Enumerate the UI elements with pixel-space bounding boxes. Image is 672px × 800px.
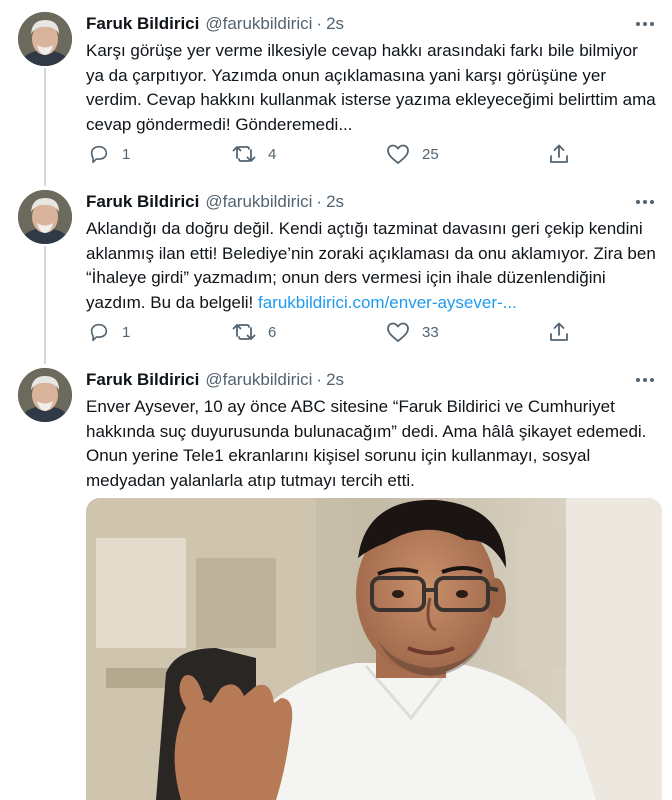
more-icon[interactable]	[634, 14, 656, 34]
more-icon[interactable]	[634, 370, 656, 390]
retweet-button[interactable]: 6	[232, 321, 276, 343]
author-handle[interactable]: @farukbildirici	[205, 14, 312, 34]
heart-icon	[386, 143, 410, 165]
reply-count: 1	[122, 323, 131, 341]
tweet-text: Enver Aysever, 10 ay önce ABC sitesine “…	[86, 395, 660, 493]
retweet-icon	[232, 143, 256, 165]
reply-icon	[88, 321, 110, 343]
share-button[interactable]	[548, 143, 570, 165]
tweet-media-photo[interactable]	[86, 498, 662, 800]
share-icon	[548, 143, 570, 165]
like-button[interactable]: 25	[386, 143, 439, 165]
author-handle[interactable]: @farukbildirici	[205, 192, 312, 212]
reply-button[interactable]: 1	[88, 321, 130, 343]
tweet-actions: 1 4 25	[86, 143, 586, 165]
separator: ·	[316, 370, 323, 389]
tweet[interactable]: Faruk Bildirici @farukbildirici · 2s Akl…	[0, 190, 672, 352]
like-count: 33	[422, 323, 439, 341]
reply-count: 1	[122, 145, 131, 163]
tweet-text: Karşı görüşe yer verme ilkesiyle cevap h…	[86, 39, 660, 137]
author-name[interactable]: Faruk Bildirici	[86, 192, 199, 212]
reply-button[interactable]: 1	[88, 143, 130, 165]
timestamp[interactable]: 2s	[326, 192, 344, 212]
timestamp[interactable]: 2s	[326, 370, 344, 390]
avatar[interactable]	[18, 12, 72, 66]
reply-icon	[88, 143, 110, 165]
author-name[interactable]: Faruk Bildirici	[86, 370, 199, 390]
tweet-header: Faruk Bildirici @farukbildirici · 2s	[86, 12, 344, 36]
author-handle[interactable]: @farukbildirici	[205, 370, 312, 390]
timestamp[interactable]: 2s	[326, 14, 344, 34]
separator: ·	[316, 192, 323, 211]
tweet-body: Enver Aysever, 10 ay önce ABC sitesine “…	[86, 397, 652, 490]
avatar[interactable]	[18, 368, 72, 422]
like-button[interactable]: 33	[386, 321, 439, 343]
author-name[interactable]: Faruk Bildirici	[86, 14, 199, 34]
tweet-link[interactable]: farukbildirici.com/enver-aysever-...	[258, 293, 517, 312]
share-icon	[548, 321, 570, 343]
share-button[interactable]	[548, 321, 570, 343]
heart-icon	[386, 321, 410, 343]
tweet-body: Karşı görüşe yer verme ilkesiyle cevap h…	[86, 41, 661, 134]
separator: ·	[316, 14, 323, 33]
retweet-count: 4	[268, 145, 277, 163]
retweet-button[interactable]: 4	[232, 143, 276, 165]
more-icon[interactable]	[634, 192, 656, 212]
retweet-count: 6	[268, 323, 277, 341]
avatar[interactable]	[18, 190, 72, 244]
tweet-text: Aklandığı da doğru değil. Kendi açtığı t…	[86, 217, 660, 315]
tweet-header: Faruk Bildirici @farukbildirici · 2s	[86, 190, 344, 214]
like-count: 25	[422, 145, 439, 163]
retweet-icon	[232, 321, 256, 343]
tweet-actions: 1 6 33	[86, 321, 586, 343]
tweet-header: Faruk Bildirici @farukbildirici · 2s	[86, 368, 344, 392]
photo-image	[86, 498, 662, 800]
tweet[interactable]: Faruk Bildirici @farukbildirici · 2s Kar…	[0, 12, 672, 174]
